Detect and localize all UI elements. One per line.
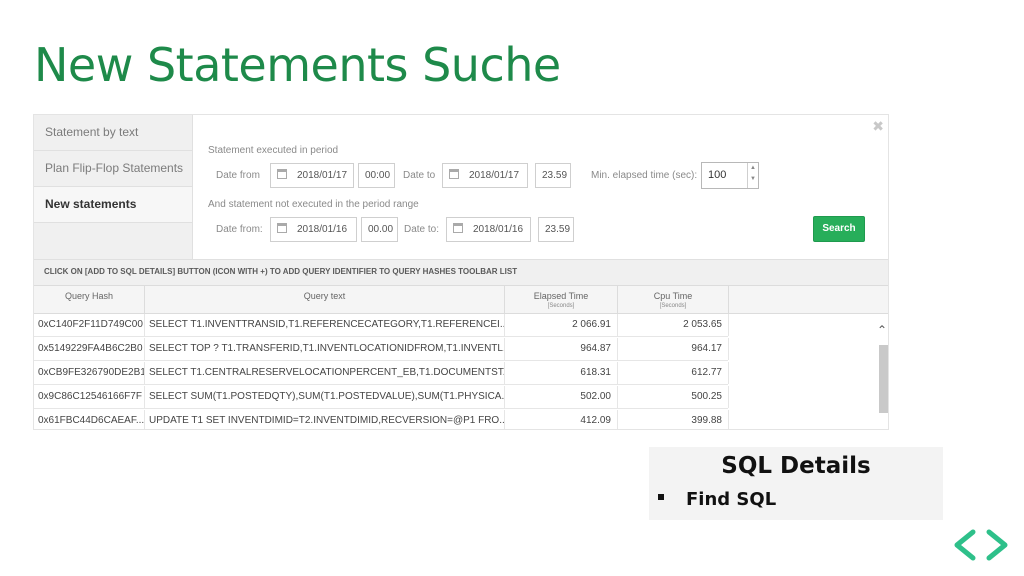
sidebar-item-plan-flip-flop[interactable]: Plan Flip-Flop Statements xyxy=(34,151,192,187)
cell-query-text: SELECT T1.INVENTTRANSID,T1.REFERENCECATE… xyxy=(145,314,505,336)
cell-query-text: UPDATE T1 SET INVENTDIMID=T2.INVENTDIMID… xyxy=(145,410,505,429)
cell-query-text: SELECT SUM(T1.POSTEDQTY),SUM(T1.POSTEDVA… xyxy=(145,386,505,408)
cell-cpu-time: 612.77 xyxy=(618,362,729,384)
cell-cpu-time: 500.25 xyxy=(618,386,729,408)
time-from2-field[interactable]: 00.00 xyxy=(361,217,398,242)
stepper-arrows-icon[interactable]: ▲ ▼ xyxy=(747,163,758,188)
column-header-elapsed-time[interactable]: Elapsed Time [Seconds] xyxy=(505,286,618,314)
date-from-field[interactable]: 2018/01/17 xyxy=(270,163,354,188)
time-to2-value: 23.59 xyxy=(545,224,571,235)
sidebar-item-statement-by-text[interactable]: Statement by text xyxy=(34,115,192,151)
new-statements-panel: Statement by text Plan Flip-Flop Stateme… xyxy=(33,114,889,430)
cell-query-hash: 0xCB9FE326790DE2B1 xyxy=(34,362,145,384)
time-from-field[interactable]: 00:00 xyxy=(358,163,395,188)
min-elapsed-label: Min. elapsed time (sec): xyxy=(591,170,698,181)
calendar-icon xyxy=(453,223,463,233)
date-to2-field[interactable]: 2018/01/16 xyxy=(446,217,531,242)
cell-query-hash: 0x9C86C12546166F7F xyxy=(34,386,145,408)
cell-elapsed-time: 618.31 xyxy=(505,362,618,384)
calendar-icon xyxy=(277,223,287,233)
date-to-field[interactable]: 2018/01/17 xyxy=(442,163,528,188)
section-executed-label: Statement executed in period xyxy=(208,145,339,156)
date-to2-value: 2018/01/16 xyxy=(473,224,524,235)
table-body: 0xC140F2F11D749C00 SELECT T1.INVENTTRANS… xyxy=(34,314,888,429)
table-row[interactable]: 0xC140F2F11D749C00 SELECT T1.INVENTTRANS… xyxy=(34,314,729,337)
search-button[interactable]: Search xyxy=(813,216,865,242)
sql-details-card: SQL Details Find SQL xyxy=(649,447,943,520)
cell-cpu-time: 964.17 xyxy=(618,338,729,360)
cell-query-text: SELECT TOP ? T1.TRANSFERID,T1.INVENTLOCA… xyxy=(145,338,505,360)
time-to-field[interactable]: 23.59 xyxy=(535,163,571,188)
info-banner: CLICK ON [ADD TO SQL DETAILS] BUTTON (IC… xyxy=(34,259,888,285)
cell-cpu-time: 399.88 xyxy=(618,410,729,429)
slide-title: New Statements Suche xyxy=(34,38,561,92)
calendar-icon xyxy=(277,169,287,179)
cell-query-hash: 0x61FBC44D6CAEAF... xyxy=(34,410,145,429)
table-row[interactable]: 0x9C86C12546166F7F SELECT SUM(T1.POSTEDQ… xyxy=(34,386,729,409)
date-from2-value: 2018/01/16 xyxy=(297,224,348,235)
table-row[interactable]: 0x5149229FA4B6C2B0 SELECT TOP ? T1.TRANS… xyxy=(34,338,729,361)
search-form: ✖ Statement executed in period Date from… xyxy=(193,115,888,259)
date-from2-label: Date from: xyxy=(216,224,263,235)
card-item-find-sql: Find SQL xyxy=(686,489,777,510)
cell-elapsed-time: 2 066.91 xyxy=(505,314,618,336)
min-elapsed-value: 100 xyxy=(708,169,727,181)
time-from2-value: 00.00 xyxy=(368,224,394,235)
cell-elapsed-time: 964.87 xyxy=(505,338,618,360)
table-header: Query Hash Query text Elapsed Time [Secon… xyxy=(34,285,888,314)
cell-cpu-time: 2 053.65 xyxy=(618,314,729,336)
time-to2-field[interactable]: 23.59 xyxy=(538,217,574,242)
time-from-value: 00:00 xyxy=(365,170,391,181)
column-header-query-hash[interactable]: Query Hash xyxy=(34,286,145,314)
table-row[interactable]: 0xCB9FE326790DE2B1 SELECT T1.CENTRALRESE… xyxy=(34,362,729,385)
cell-query-text: SELECT T1.CENTRALRESERVELOCATIONPERCENT_… xyxy=(145,362,505,384)
date-from-label: Date from xyxy=(216,170,260,181)
close-icon[interactable]: ✖ xyxy=(872,118,884,135)
date-from2-field[interactable]: 2018/01/16 xyxy=(270,217,357,242)
date-to-label: Date to xyxy=(403,170,436,181)
table-row[interactable]: 0x61FBC44D6CAEAF... UPDATE T1 SET INVENT… xyxy=(34,410,729,429)
date-to-value: 2018/01/17 xyxy=(469,170,520,181)
column-header-query-text[interactable]: Query text xyxy=(145,286,505,314)
cell-query-hash: 0x5149229FA4B6C2B0 xyxy=(34,338,145,360)
section-not-executed-label: And statement not executed in the period… xyxy=(208,199,419,210)
sidebar-item-new-statements[interactable]: New statements xyxy=(34,187,192,223)
date-to2-label: Date to: xyxy=(404,224,440,235)
date-from-value: 2018/01/17 xyxy=(297,170,348,181)
scroll-up-icon[interactable]: ⌃ xyxy=(877,323,887,337)
scrollbar[interactable] xyxy=(879,345,888,413)
cell-query-hash: 0xC140F2F11D749C00 xyxy=(34,314,145,336)
min-elapsed-stepper[interactable]: 100 ▲ ▼ xyxy=(701,162,759,189)
cell-elapsed-time: 412.09 xyxy=(505,410,618,429)
code-brackets-logo xyxy=(954,529,1008,561)
calendar-icon xyxy=(449,169,459,179)
bullet-icon xyxy=(658,494,664,500)
column-header-cpu-time[interactable]: Cpu Time [Seconds] xyxy=(618,286,729,314)
cell-elapsed-time: 502.00 xyxy=(505,386,618,408)
card-title: SQL Details xyxy=(721,453,871,479)
time-to-value: 23.59 xyxy=(542,170,568,181)
sidebar: Statement by text Plan Flip-Flop Stateme… xyxy=(34,115,193,259)
